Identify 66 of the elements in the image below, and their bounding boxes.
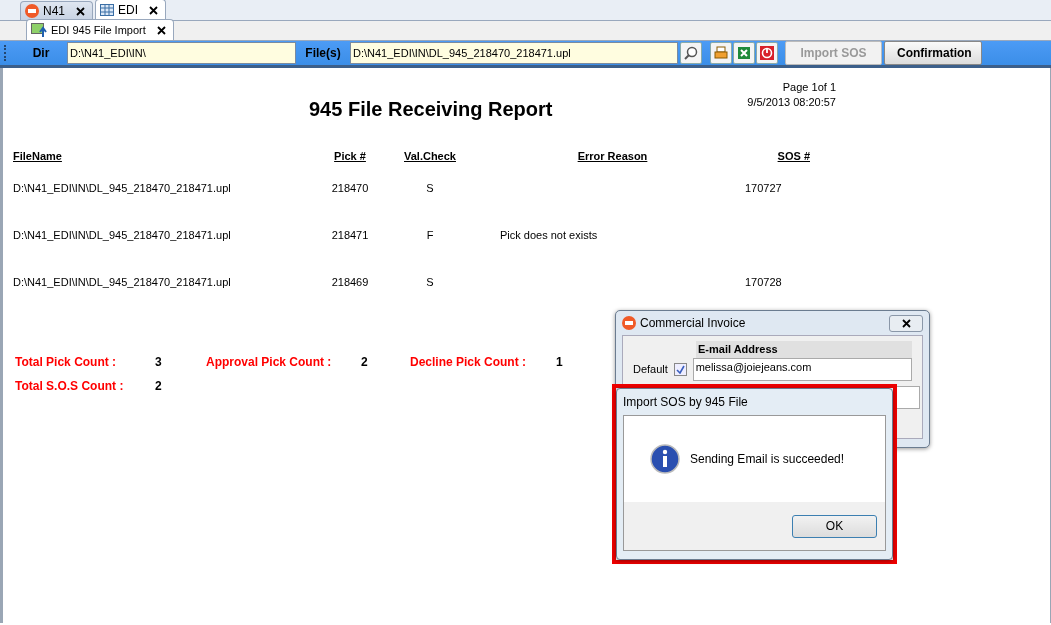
table-cell: 218469 [331, 275, 369, 288]
table-cell: S [426, 275, 434, 288]
table-cell: 218471 [331, 228, 369, 241]
close-button[interactable] [889, 314, 923, 332]
ok-button[interactable]: OK [792, 514, 877, 538]
print-button[interactable] [710, 42, 732, 64]
column-header: Error Reason [577, 150, 648, 162]
summary-label: Approval Pick Count : [206, 353, 333, 371]
excel-button[interactable] [733, 42, 755, 64]
table-cell: D:\N41_EDI\IN\DL_945_218470_218471.upl [13, 228, 231, 241]
table-icon [100, 4, 114, 16]
power-icon [760, 46, 774, 60]
tab[interactable]: N41 [20, 1, 93, 20]
table-cell: S [426, 181, 434, 194]
info-icon [650, 444, 680, 474]
column-header: E-mail Address [698, 343, 778, 355]
tab[interactable]: EDI [95, 0, 167, 20]
checkbox[interactable] [673, 362, 687, 376]
printer-icon [714, 46, 728, 60]
close-icon [900, 317, 912, 329]
report-title: 945 File Receiving Report [309, 97, 553, 122]
summary-label: Total Pick Count : [15, 353, 118, 371]
logo-icon [622, 316, 636, 330]
column-header: Pick # [334, 150, 366, 162]
tab-label: EDI [118, 2, 139, 19]
summary-label: Decline Pick Count : [410, 353, 528, 371]
summary-value: 2 [361, 354, 368, 369]
search-button[interactable] [680, 42, 702, 64]
table-cell: 218470 [331, 181, 369, 194]
exit-button[interactable] [756, 42, 778, 64]
table-cell: D:\N41_EDI\IN\DL_945_218470_218471.upl [13, 181, 231, 194]
field-label: File(s) [304, 45, 342, 62]
summary-value: 1 [556, 354, 563, 369]
close-icon [75, 6, 86, 18]
close-icon [148, 5, 160, 17]
window-title: Commercial Invoice [640, 315, 746, 332]
toolbar-button[interactable]: Confirmation [884, 41, 982, 65]
field-label: Default [633, 361, 668, 377]
close-icon [155, 24, 167, 36]
table-cell: 170727 [745, 181, 782, 194]
logo-icon [25, 4, 39, 18]
summary-value: 3 [155, 354, 162, 369]
input-field[interactable]: D:\N41_EDI\IN\ [67, 42, 296, 64]
message-text: Sending Email is succeeded! [690, 451, 845, 468]
summary-value: 2 [155, 378, 162, 393]
page-number: Page 1of 1 [781, 80, 836, 95]
table-cell: F [426, 228, 434, 241]
tab-label: N41 [43, 3, 65, 20]
tab-label: EDI 945 File Import [51, 22, 146, 38]
check-icon [675, 364, 685, 374]
tab[interactable]: EDI 945 File Import [26, 19, 174, 40]
report-timestamp: 9/5/2013 08:20:57 [747, 95, 836, 110]
window-title: Import SOS by 945 File [623, 394, 748, 411]
table-cell: 170728 [745, 275, 782, 288]
column-header: Val.Check [404, 150, 456, 162]
summary-label: Total S.O.S Count : [15, 377, 125, 395]
input-field[interactable]: melissa@joiejeans.com [692, 357, 912, 381]
input-field[interactable]: D:\N41_EDI\IN\DL_945_218470_218471.upl [350, 42, 678, 64]
search-icon [684, 46, 698, 60]
column-header: FileName [13, 150, 62, 162]
import-icon [31, 23, 47, 37]
column-header: SOS # [777, 150, 810, 162]
table-cell: Pick does not exists [500, 228, 598, 241]
table-cell: D:\N41_EDI\IN\DL_945_218470_218471.upl [13, 275, 231, 288]
field-label: Dir [31, 45, 51, 62]
spreadsheet-icon [737, 46, 751, 60]
